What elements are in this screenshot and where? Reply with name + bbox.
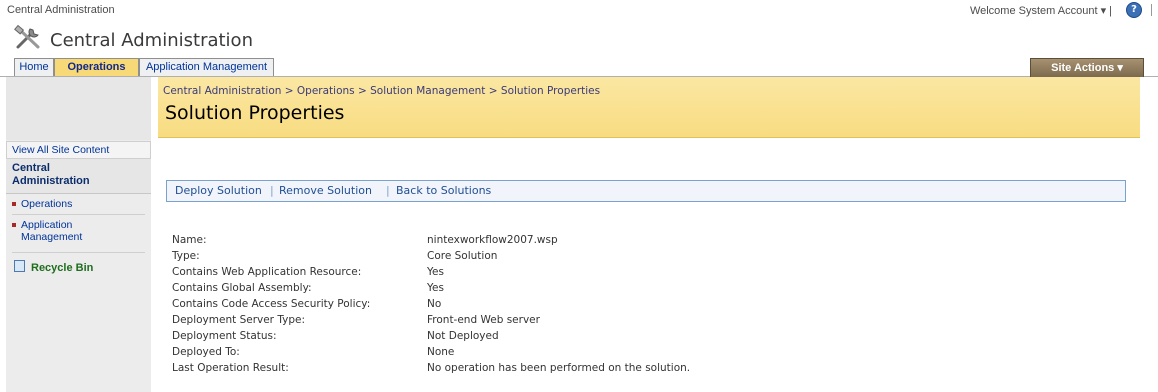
recycle-bin-label: Recycle Bin xyxy=(31,262,94,274)
recycle-bin-icon xyxy=(14,260,25,272)
page-title: Solution Properties xyxy=(165,102,345,124)
nav-top-spacer xyxy=(6,77,151,140)
breadcrumb-solution-management[interactable]: Solution Management xyxy=(370,85,485,97)
property-label: Contains Code Access Security Policy: xyxy=(172,298,371,310)
right-margin xyxy=(1140,77,1158,392)
property-value: Yes xyxy=(427,266,444,278)
property-row: Last Operation Result: No operation has … xyxy=(172,362,1052,378)
page-header-band: Central Administration > Operations > So… xyxy=(158,77,1140,138)
property-label: Last Operation Result: xyxy=(172,362,289,374)
divider xyxy=(1151,4,1158,16)
breadcrumb-central-administration[interactable]: Central Administration xyxy=(163,85,281,97)
nav-item-label: Operations xyxy=(21,198,73,210)
property-row: Deployment Server Type: Front-end Web se… xyxy=(172,314,1052,330)
property-value: No xyxy=(427,298,442,310)
property-value: Core Solution xyxy=(427,250,498,262)
breadcrumb-operations[interactable]: Operations xyxy=(297,85,355,97)
bullet-icon xyxy=(12,223,16,227)
property-label: Type: xyxy=(172,250,200,262)
tab-application-management[interactable]: Application Management xyxy=(139,58,274,76)
bullet-icon xyxy=(12,202,16,206)
site-title-row: Central Administration xyxy=(0,20,1158,56)
back-to-solutions-link[interactable]: Back to Solutions xyxy=(396,181,491,201)
property-row: Contains Web Application Resource: Yes xyxy=(172,266,1052,282)
breadcrumb-separator: > xyxy=(284,85,294,97)
nav-item-label: Application Management xyxy=(21,219,83,243)
main-content: Deploy Solution | Remove Solution | Back… xyxy=(158,138,1140,392)
nav-heading[interactable]: Central Administration xyxy=(6,159,151,194)
view-all-label: View All Site Content xyxy=(12,144,110,156)
breadcrumb-solution-properties: Solution Properties xyxy=(500,85,601,97)
property-row: Deployment Status: Not Deployed xyxy=(172,330,1052,346)
breadcrumb-separator: > xyxy=(488,85,498,97)
solution-toolbar: Deploy Solution | Remove Solution | Back… xyxy=(166,180,1126,202)
property-label: Deployed To: xyxy=(172,346,240,358)
property-value: Yes xyxy=(427,282,444,294)
view-all-site-content-link[interactable]: View All Site Content xyxy=(6,141,151,159)
property-label: Name: xyxy=(172,234,207,246)
breadcrumb: Central Administration > Operations > So… xyxy=(163,85,600,97)
site-title[interactable]: Central Administration xyxy=(50,30,253,51)
divider xyxy=(12,214,145,215)
property-label: Contains Global Assembly: xyxy=(172,282,312,294)
property-value: nintexworkflow2007.wsp xyxy=(427,234,558,246)
global-top-bar: Central Administration Welcome System Ac… xyxy=(0,0,1158,21)
left-navigation: View All Site Content Central Administra… xyxy=(6,77,151,392)
site-actions-button[interactable]: Site Actions ▾ xyxy=(1030,58,1144,78)
property-value: Not Deployed xyxy=(427,330,499,342)
property-row: Contains Global Assembly: Yes xyxy=(172,282,1052,298)
tools-icon xyxy=(14,25,40,49)
toolbar-separator: | xyxy=(386,184,390,197)
property-label: Contains Web Application Resource: xyxy=(172,266,362,278)
welcome-menu[interactable]: Welcome System Account ▾ | xyxy=(970,4,1112,17)
property-row: Deployed To: None xyxy=(172,346,1052,362)
tab-home[interactable]: Home xyxy=(14,58,54,76)
property-value: No operation has been performed on the s… xyxy=(427,362,691,374)
recycle-bin-link[interactable]: Recycle Bin xyxy=(14,260,93,274)
property-label: Deployment Status: xyxy=(172,330,277,342)
nav-heading-label: Central Administration xyxy=(12,162,90,187)
breadcrumb-separator: > xyxy=(357,85,367,97)
remove-solution-link[interactable]: Remove Solution xyxy=(279,181,372,201)
deploy-solution-link[interactable]: Deploy Solution xyxy=(175,181,262,201)
tab-operations[interactable]: Operations xyxy=(54,58,139,76)
property-row: Contains Code Access Security Policy: No xyxy=(172,298,1052,314)
divider xyxy=(12,252,145,253)
property-row: Name: nintexworkflow2007.wsp xyxy=(172,234,1052,250)
top-nav-tabs: Home Operations Application Management S… xyxy=(0,56,1158,78)
property-row: Type: Core Solution xyxy=(172,250,1052,266)
site-name-link[interactable]: Central Administration xyxy=(7,4,115,16)
property-label: Deployment Server Type: xyxy=(172,314,305,326)
help-icon[interactable]: ? xyxy=(1126,2,1142,18)
toolbar-separator: | xyxy=(270,184,274,197)
property-value: Front-end Web server xyxy=(427,314,540,326)
property-value: None xyxy=(427,346,455,358)
